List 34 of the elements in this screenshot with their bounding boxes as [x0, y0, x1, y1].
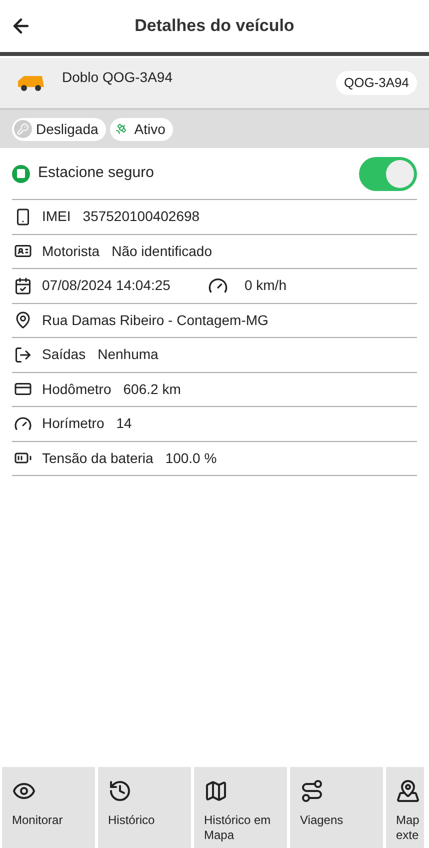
chip-label: Desligada — [36, 120, 98, 139]
action-tile[interactable]: Viagens — [290, 767, 383, 848]
route-icon — [300, 779, 324, 803]
row-value: Não identificado — [112, 242, 212, 261]
row-value: Nenhuma — [98, 345, 158, 364]
safe-parking-label: Estacione seguro — [38, 163, 154, 184]
van-icon — [16, 73, 46, 93]
page-title: Detalhes do veículo — [134, 15, 294, 38]
action-tile[interactable]: Histórico em Mapa — [194, 767, 287, 848]
row-label: Motorista — [42, 242, 100, 261]
row-label: Rua Damas Ribeiro - Contagem-MG — [42, 310, 268, 330]
row-value: 14 — [116, 414, 132, 434]
row-label: Horímetro — [42, 414, 104, 434]
row-label: Saídas — [42, 345, 86, 364]
vehicle-name: Doblo QOG-3A94 — [62, 68, 172, 87]
safe-parking-toggle[interactable] — [359, 156, 417, 190]
gauge-icon — [12, 414, 34, 433]
history-icon — [108, 779, 132, 803]
row-value: 606.2 km — [123, 380, 181, 399]
map-icon — [204, 779, 228, 803]
row-label: Hodômetro — [42, 380, 112, 399]
parking-icon — [12, 164, 30, 182]
action-tile[interactable]: Monitorar — [2, 767, 95, 848]
map-pin-icon — [396, 779, 420, 803]
speed-value: 0 km/h — [244, 276, 286, 296]
row-value: 357520100402698 — [82, 207, 200, 226]
plate-badge: QOG-3A94 — [336, 71, 417, 95]
row-label: 07/08/2024 14:04:25 — [42, 276, 170, 296]
row-label: Tensão da bateria — [42, 448, 154, 468]
action-tile[interactable]: Histórico — [98, 767, 191, 848]
action-tile[interactable]: Map exte — [386, 767, 424, 848]
row-value: 100.0 % — [165, 448, 217, 468]
row-label: IMEI — [42, 207, 71, 226]
chip-label: Ativo — [134, 120, 166, 138]
